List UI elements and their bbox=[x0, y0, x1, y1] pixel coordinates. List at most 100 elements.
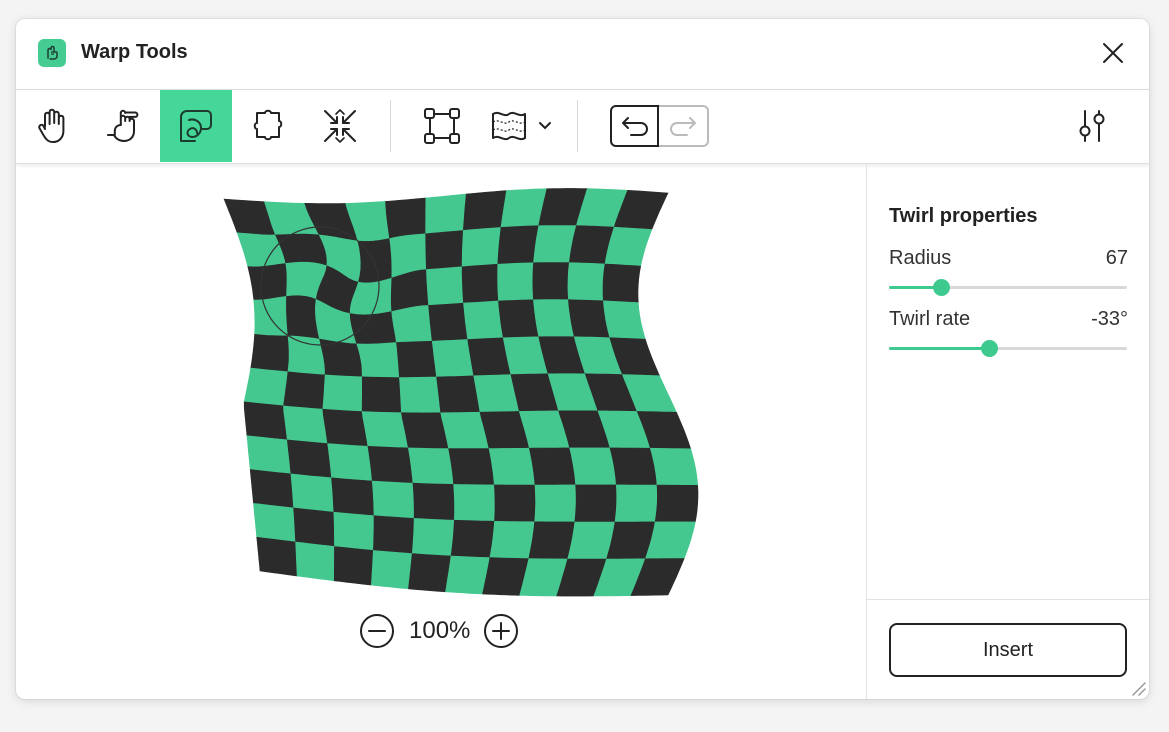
panel-footer: Insert bbox=[867, 599, 1149, 699]
checker-cell bbox=[411, 518, 455, 557]
envelope-tool-button[interactable] bbox=[406, 90, 478, 162]
app-logo-icon bbox=[38, 39, 66, 67]
checker-cell bbox=[533, 299, 575, 338]
checker-cell bbox=[569, 447, 617, 486]
checker-cell bbox=[463, 300, 504, 340]
checker-cell bbox=[333, 511, 375, 551]
slider-thumb[interactable] bbox=[933, 279, 951, 296]
checker-cell bbox=[253, 296, 289, 337]
checker-cell bbox=[295, 541, 335, 582]
checker-cell bbox=[370, 550, 413, 590]
zoom-in-button[interactable] bbox=[483, 613, 519, 649]
undo-icon bbox=[621, 117, 648, 136]
checker-cell bbox=[333, 546, 374, 586]
zoom-out-button[interactable] bbox=[359, 613, 395, 649]
zoom-in-icon bbox=[484, 614, 518, 648]
checker-cell bbox=[287, 335, 326, 376]
bloat-tool-button[interactable] bbox=[232, 90, 304, 162]
wave-tool-button[interactable] bbox=[486, 90, 556, 162]
warp-tools-window: Warp Tools 100% Twirl properties Radius … bbox=[16, 19, 1149, 699]
checker-cell bbox=[425, 193, 467, 235]
undo-button[interactable] bbox=[610, 105, 659, 147]
checker-cell bbox=[654, 484, 699, 523]
window-title: Warp Tools bbox=[81, 41, 188, 63]
title-bar: Warp Tools bbox=[16, 19, 1149, 89]
warped-checkerboard[interactable] bbox=[16, 163, 866, 603]
checker-cell bbox=[361, 376, 402, 414]
slider-fill bbox=[889, 347, 989, 350]
checker-cell bbox=[243, 367, 289, 407]
checker-cell bbox=[322, 408, 369, 447]
bounding-box-icon bbox=[424, 108, 460, 144]
twirl-rate-slider[interactable] bbox=[889, 339, 1127, 357]
checker-cell bbox=[246, 435, 292, 475]
checker-cell bbox=[349, 311, 397, 345]
checker-cell bbox=[327, 443, 373, 482]
checker-cell bbox=[493, 484, 536, 523]
checker-cell bbox=[391, 305, 433, 343]
checker-cell bbox=[497, 262, 534, 302]
zoom-level: 100% bbox=[409, 617, 471, 644]
checker-cell bbox=[567, 262, 606, 302]
checker-cell bbox=[372, 515, 415, 554]
slider-thumb[interactable] bbox=[980, 340, 998, 357]
checker-cell bbox=[574, 484, 618, 523]
checker-cell bbox=[488, 447, 536, 486]
radius-label: Radius bbox=[889, 247, 952, 269]
checker-cell bbox=[407, 447, 454, 485]
checker-cell bbox=[445, 555, 491, 595]
chevron-down-icon bbox=[539, 122, 551, 130]
settings-button[interactable] bbox=[1056, 90, 1128, 162]
checker-cell bbox=[528, 521, 576, 560]
checker-cell bbox=[253, 503, 296, 543]
checker-cell bbox=[283, 405, 328, 444]
pucker-tool-button[interactable] bbox=[304, 90, 376, 162]
pucker-arrows-icon bbox=[324, 109, 356, 143]
checker-cell bbox=[453, 484, 496, 522]
finger-tool-button[interactable] bbox=[88, 90, 160, 162]
properties-panel: Twirl properties Radius 67 Twirl rate -3… bbox=[866, 163, 1149, 699]
checker-cell bbox=[286, 439, 332, 479]
zoom-controls: 100% bbox=[359, 613, 519, 649]
checker-cell bbox=[450, 519, 495, 558]
radius-slider[interactable] bbox=[889, 278, 1127, 296]
checker-cell bbox=[290, 473, 335, 513]
checker-cell bbox=[408, 553, 452, 593]
checker-cell bbox=[532, 262, 570, 301]
toolbar-divider bbox=[577, 100, 578, 152]
checker-cell bbox=[412, 482, 455, 521]
hand-tool-button[interactable] bbox=[16, 90, 88, 162]
pointing-hand-icon bbox=[107, 109, 139, 142]
puzzle-shape-icon bbox=[253, 109, 283, 141]
twirl-icon bbox=[180, 110, 212, 142]
checker-cell bbox=[367, 445, 414, 484]
checker-cell bbox=[497, 225, 540, 265]
checker-cell bbox=[256, 536, 298, 577]
checker-cell bbox=[286, 295, 320, 340]
checker-cell bbox=[425, 230, 464, 270]
panel-title: Twirl properties bbox=[889, 205, 1038, 227]
checker-cell bbox=[604, 226, 653, 267]
checker-cell bbox=[431, 339, 475, 378]
redo-button[interactable] bbox=[659, 105, 709, 147]
checker-cell bbox=[361, 411, 409, 449]
resize-grip-icon[interactable] bbox=[1129, 679, 1147, 697]
checker-cell bbox=[498, 299, 540, 339]
checker-cell bbox=[428, 302, 469, 342]
checker-cell bbox=[249, 469, 294, 509]
checker-cell bbox=[385, 197, 427, 239]
checker-cell bbox=[243, 401, 288, 441]
checker-cell bbox=[293, 507, 335, 547]
checker-cell bbox=[603, 300, 646, 340]
undo-redo-group bbox=[610, 105, 709, 147]
insert-button[interactable]: Insert bbox=[889, 623, 1127, 677]
wave-flag-icon bbox=[492, 111, 526, 141]
checker-cell bbox=[247, 263, 288, 301]
hand-icon bbox=[38, 108, 65, 143]
checker-cell bbox=[371, 480, 415, 519]
twirl-tool-button[interactable] bbox=[160, 90, 232, 162]
toolbar-divider bbox=[390, 100, 391, 152]
checker-cell bbox=[322, 374, 363, 412]
close-button[interactable] bbox=[1099, 39, 1127, 67]
checker-cell bbox=[399, 376, 442, 414]
